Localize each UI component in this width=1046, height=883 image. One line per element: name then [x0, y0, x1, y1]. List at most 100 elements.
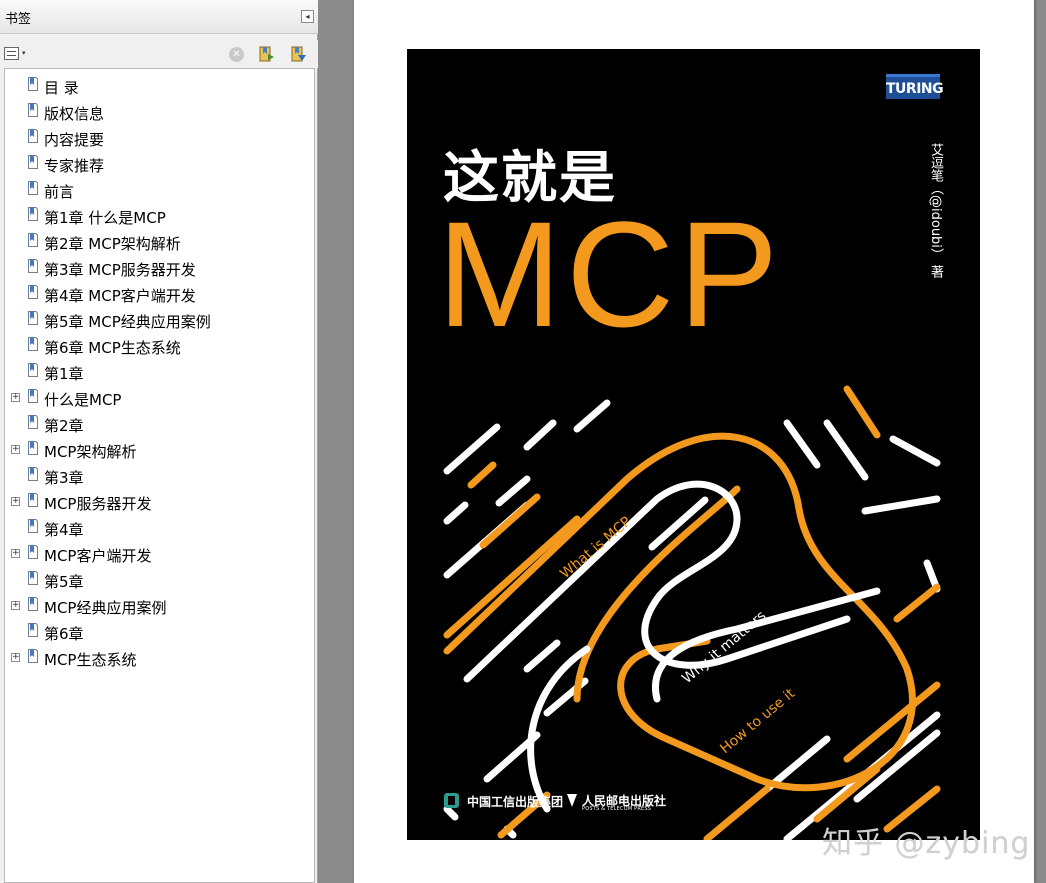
bookmark-item[interactable]: 第6章 MCP生态系统	[5, 334, 314, 358]
collapse-panel-icon: ◂	[305, 12, 310, 21]
bookmark-label: 前言	[44, 183, 75, 201]
bookmark-item[interactable]: 第4章 MCP客户端开发	[5, 282, 314, 306]
bookmarks-panel: 书签 ◂ ▾ ✕ 目 录版权信息 内容提要 专家推荐 前言 第1章 什么是MCP…	[0, 0, 318, 883]
bookmark-label: MCP生态系统	[44, 651, 137, 669]
bookmark-icon	[28, 441, 38, 455]
pdf-reader-window: 书签 ◂ ▾ ✕ 目 录版权信息 内容提要 专家推荐 前言 第1章 什么是MCP…	[0, 0, 1046, 883]
bookmark-label: 目 录	[44, 79, 79, 97]
bookmark-item[interactable]: + MCP架构解析	[5, 438, 314, 462]
bookmark-item[interactable]: + MCP服务器开发	[5, 490, 314, 514]
bookmark-label: 第6章	[44, 625, 84, 643]
bookmark-label: 第1章 什么是MCP	[44, 209, 166, 227]
bookmark-item[interactable]: 第3章 MCP服务器开发	[5, 256, 314, 280]
bookmark-item[interactable]: 第1章 什么是MCP	[5, 204, 314, 228]
bookmark-icon	[28, 233, 38, 247]
bookmark-item[interactable]: 第5章 MCP经典应用案例	[5, 308, 314, 332]
bookmark-item[interactable]: 第5章	[5, 568, 314, 592]
bookmark-icon	[28, 103, 38, 117]
expand-toggle[interactable]: +	[11, 393, 20, 402]
cover-author: 艾逗笔（@idoubi） 著	[928, 143, 943, 279]
new-bookmark-arrow	[268, 54, 274, 60]
bookmark-item[interactable]: + MCP客户端开发	[5, 542, 314, 566]
bookmark-label: MCP服务器开发	[44, 495, 152, 513]
bookmark-item[interactable]: 第2章 MCP架构解析	[5, 230, 314, 254]
cover-line-pattern: What is MCP Why it matters How to use it	[443, 385, 941, 840]
bookmark-icon	[28, 493, 38, 507]
bookmark-icon	[28, 623, 38, 637]
bookmark-icon	[28, 285, 38, 299]
bookmark-item[interactable]: 目 录	[5, 74, 314, 98]
publisher-press-logo-icon	[567, 794, 577, 807]
bookmark-item[interactable]: 前言	[5, 178, 314, 202]
publisher-group-name: 中国工信出版集团	[467, 795, 564, 809]
publisher-press-english: POSTS & TELECOM PRESS	[582, 806, 652, 812]
bookmark-label: MCP经典应用案例	[44, 599, 167, 617]
bookmark-label: MCP架构解析	[44, 443, 137, 461]
bookmark-item[interactable]: + MCP生态系统	[5, 646, 314, 670]
bookmark-icon	[28, 77, 38, 91]
bookmark-icon	[28, 415, 38, 429]
expand-bookmark-button[interactable]	[289, 45, 307, 63]
bookmark-label: 第3章	[44, 469, 84, 487]
bookmark-icon	[28, 363, 38, 377]
bookmark-icon	[28, 259, 38, 273]
bookmark-item[interactable]: 第3章	[5, 464, 314, 488]
bookmark-label: 专家推荐	[44, 157, 105, 175]
expand-toggle[interactable]: +	[11, 653, 20, 662]
expand-toggle[interactable]: +	[11, 601, 20, 610]
bookmark-item[interactable]: 版权信息	[5, 100, 314, 124]
expand-toggle[interactable]: +	[11, 497, 20, 506]
bookmark-icon	[28, 311, 38, 325]
bookmark-label: MCP客户端开发	[44, 547, 152, 565]
bookmark-label: 什么是MCP	[44, 391, 122, 409]
bookmark-item[interactable]: 内容提要	[5, 126, 314, 150]
cover-title-mcp: MCP	[437, 190, 783, 358]
chevron-down-icon: ▾	[22, 49, 26, 57]
bookmark-icon	[28, 129, 38, 143]
bookmark-label: 第4章 MCP客户端开发	[44, 287, 196, 305]
bookmark-icon	[28, 571, 38, 585]
bookmark-icon	[28, 207, 38, 221]
bookmark-icon	[28, 545, 38, 559]
collapse-panel-button[interactable]: ◂	[301, 10, 314, 23]
bookmark-label: 第2章	[44, 417, 84, 435]
bookmark-label: 内容提要	[44, 131, 105, 149]
bookmark-icon	[28, 389, 38, 403]
expand-toggle[interactable]: +	[11, 445, 20, 454]
bookmark-icon	[28, 649, 38, 663]
bookmark-icon	[28, 597, 38, 611]
bookmark-list[interactable]: 目 录版权信息 内容提要 专家推荐 前言 第1章 什么是MCP 第2章 MCP架构解析 第3…	[4, 68, 315, 883]
options-menu-button[interactable]: ▾	[4, 47, 30, 62]
bookmark-item[interactable]: + MCP经典应用案例	[5, 594, 314, 618]
bookmark-label: 第3章 MCP服务器开发	[44, 261, 196, 279]
bookmark-label: 第1章	[44, 365, 84, 383]
watermark: 知乎 @zybing	[822, 826, 1031, 861]
bookmark-icon	[28, 155, 38, 169]
bookmark-item[interactable]: 专家推荐	[5, 152, 314, 176]
bookmark-item[interactable]: 第2章	[5, 412, 314, 436]
bookmarks-panel-title: 书签	[5, 12, 32, 27]
bookmark-icon	[28, 467, 38, 481]
bookmark-label: 版权信息	[44, 105, 105, 123]
publisher-group-logo-icon	[444, 793, 459, 808]
delete-icon: ✕	[232, 49, 241, 60]
book-cover: TURING 这就是 MCP 艾逗笔（@idoubi） 著 What is MC…	[407, 49, 980, 840]
options-menu-icon	[4, 47, 19, 60]
turing-badge: TURING	[886, 74, 944, 99]
expand-toggle[interactable]: +	[11, 549, 20, 558]
bookmark-item[interactable]: 第1章	[5, 360, 314, 384]
new-bookmark-button[interactable]	[257, 45, 275, 63]
bookmarks-panel-header: 书签 ◂	[0, 0, 318, 34]
bookmark-label: 第6章 MCP生态系统	[44, 339, 181, 357]
bookmarks-toolbar: ▾ ✕	[0, 40, 318, 68]
bookmark-item[interactable]: 第4章	[5, 516, 314, 540]
bookmark-icon	[28, 337, 38, 351]
bookmark-label: 第5章 MCP经典应用案例	[44, 313, 211, 331]
bookmark-item[interactable]: 第6章	[5, 620, 314, 644]
bookmark-label: 第5章	[44, 573, 84, 591]
bookmark-icon	[28, 181, 38, 195]
bookmark-label: 第4章	[44, 521, 84, 539]
bookmark-item[interactable]: + 什么是MCP	[5, 386, 314, 410]
delete-bookmark-button[interactable]: ✕	[229, 47, 244, 62]
bookmark-icon	[28, 519, 38, 533]
